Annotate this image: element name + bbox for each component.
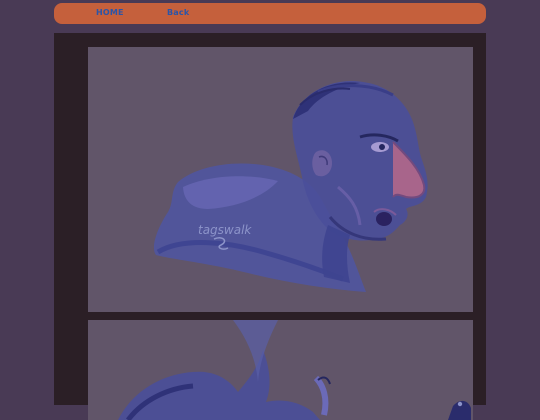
comic-panel-1: tagswalk — [88, 47, 473, 312]
comic-illustration-creature — [118, 320, 471, 420]
comic-illustration-profile: tagswalk — [153, 81, 428, 292]
artist-signature: tagswalk — [198, 223, 252, 237]
nav-link-home[interactable]: HOME — [96, 8, 124, 17]
top-nav-bar: HOME Back — [54, 3, 486, 24]
nav-link-back[interactable]: Back — [167, 8, 189, 17]
comic-frame: tagswalk — [54, 33, 486, 420]
comic-panel-2 — [88, 320, 473, 420]
